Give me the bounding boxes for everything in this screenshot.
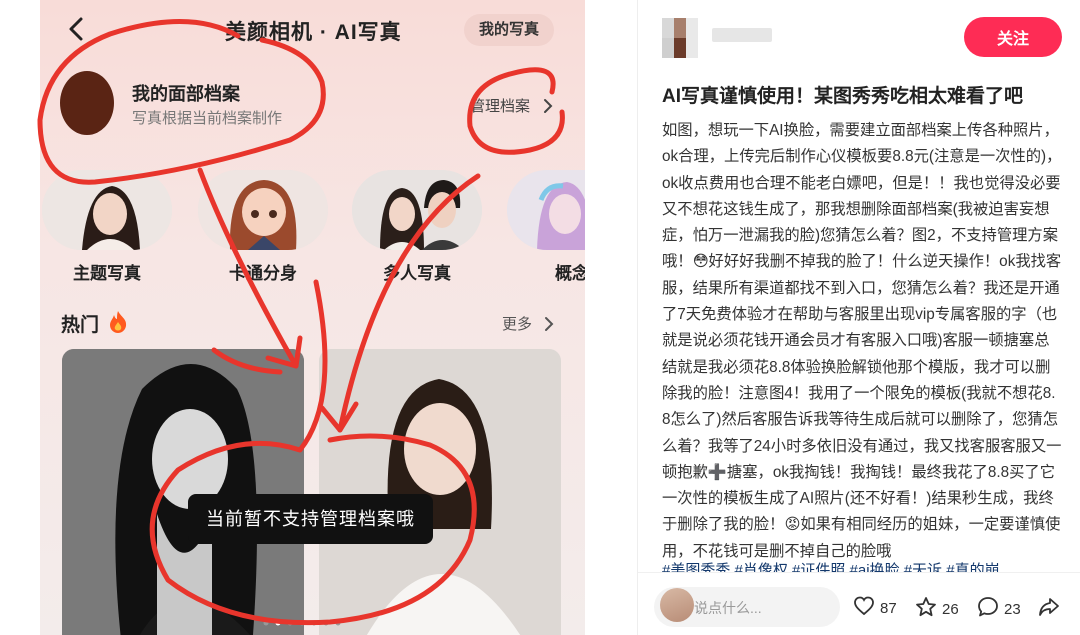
comment-placeholder[interactable]: 说点什么... xyxy=(694,598,762,618)
app-screenshot: 美颜相机 · AI写真 我的写真 我的面部档案 写真根据当前档案制作 管理档案 … xyxy=(40,0,585,635)
carousel-dots xyxy=(262,614,362,632)
face-profile-subtitle: 写真根据当前档案制作 xyxy=(132,110,283,127)
hot-template-card[interactable] xyxy=(62,349,304,635)
heart-icon xyxy=(853,596,875,620)
category-label: 卡通分身 xyxy=(229,264,297,283)
share-icon xyxy=(1038,596,1060,622)
favorite-count: 26 xyxy=(942,600,959,618)
share-button[interactable] xyxy=(1038,596,1060,622)
comment-icon xyxy=(977,596,999,622)
category-label: 多人写真 xyxy=(383,264,451,283)
category-label: 主题写真 xyxy=(73,264,141,283)
avatar xyxy=(660,588,694,622)
chevron-right-icon xyxy=(542,98,554,119)
category-concept[interactable]: 概念 xyxy=(502,170,585,284)
flame-icon xyxy=(107,310,129,339)
category-label: 概念 xyxy=(555,264,585,283)
face-profile-avatar xyxy=(60,71,114,135)
follow-button[interactable]: 关注 xyxy=(964,17,1062,57)
post-body: 如图，想玩一下AI换脸，需要建立面部档案上传各种照片，ok合理，上传完后制作心仪… xyxy=(662,122,1062,560)
category-group-portrait[interactable]: 多人写真 xyxy=(347,170,487,284)
author-avatar[interactable] xyxy=(662,18,698,58)
face-profile-title: 我的面部档案 xyxy=(132,84,240,104)
like-count: 87 xyxy=(880,599,897,617)
category-cartoon-avatar[interactable]: 卡通分身 xyxy=(193,170,333,284)
author-name-blurred[interactable] xyxy=(712,28,772,42)
comment-count: 23 xyxy=(1004,600,1021,618)
category-thumbnail xyxy=(198,170,328,250)
more-link[interactable]: 更多 xyxy=(502,313,532,334)
back-icon[interactable] xyxy=(62,14,92,44)
my-photos-button[interactable]: 我的写真 xyxy=(464,14,555,46)
manage-profile-link[interactable]: 管理档案 xyxy=(470,95,530,116)
post-title: AI写真谨慎使用！某图秀秀吃相太难看了吧 xyxy=(662,86,1024,107)
star-icon xyxy=(915,596,937,622)
toast-message: 当前暂不支持管理档案哦 xyxy=(188,494,433,544)
post-panel: 关注 AI写真谨慎使用！某图秀秀吃相太难看了吧 如图，想玩一下AI换脸，需要建立… xyxy=(637,0,1080,635)
chevron-right-icon xyxy=(543,316,555,337)
category-thumbnail xyxy=(352,170,482,250)
like-button[interactable]: 87 xyxy=(853,596,897,620)
comment-button[interactable]: 23 xyxy=(977,596,1021,622)
category-theme-portrait[interactable]: 主题写真 xyxy=(40,170,177,284)
hot-template-card[interactable] xyxy=(319,349,561,635)
category-thumbnail xyxy=(507,170,585,250)
favorite-button[interactable]: 26 xyxy=(915,596,959,622)
post-tags[interactable]: #美图秀秀 #肖像权 #证件照 #ai换脸 #天诉 #真的崩 xyxy=(662,558,1062,572)
hot-section-title: 热门 xyxy=(61,315,100,336)
page-title: 美颜相机 · AI写真 xyxy=(225,21,402,44)
category-thumbnail xyxy=(42,170,172,250)
